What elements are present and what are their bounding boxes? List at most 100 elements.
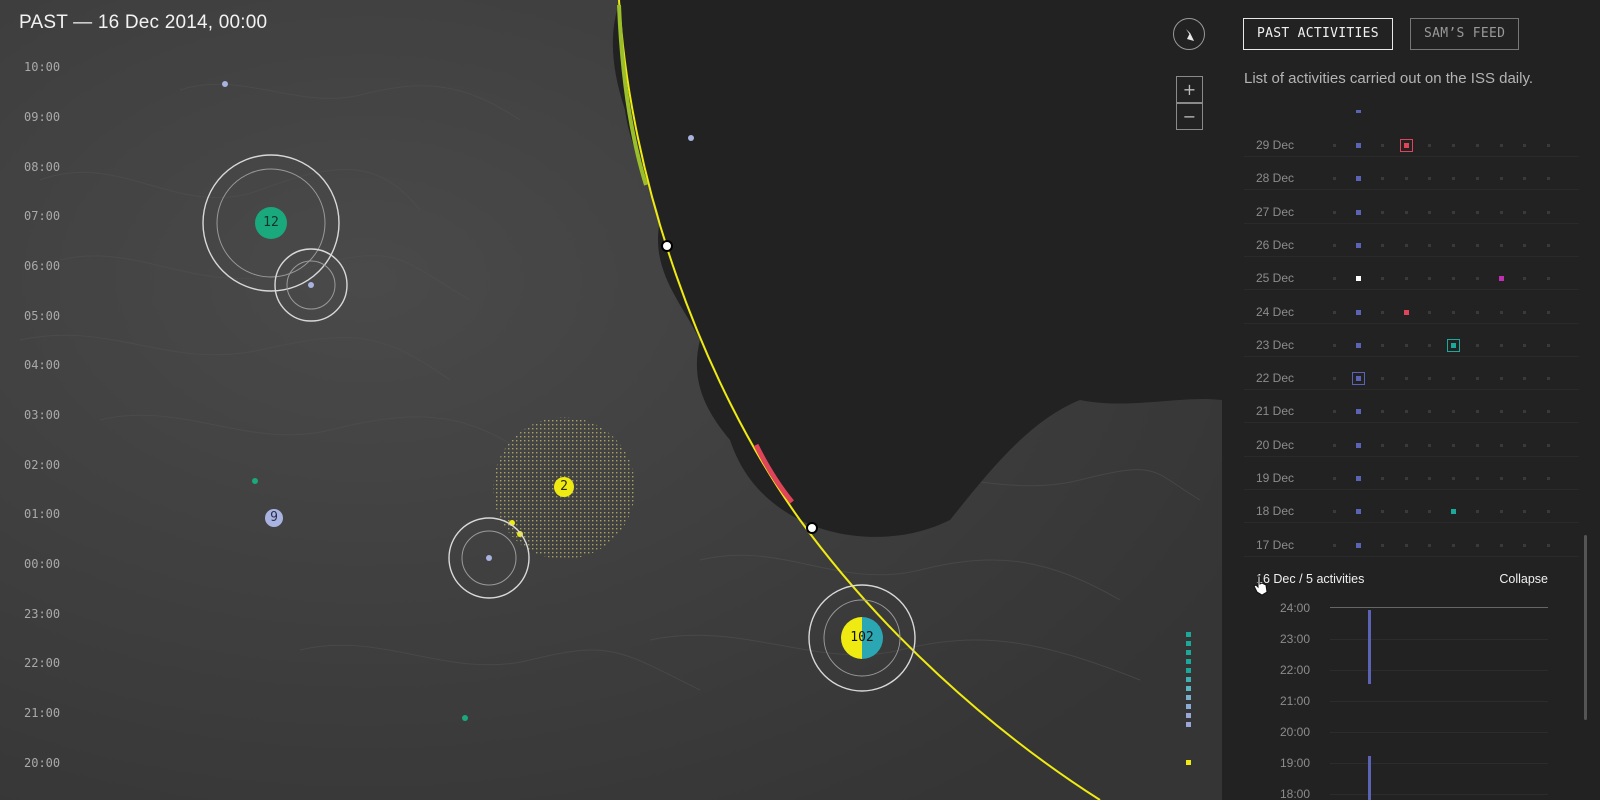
day-label[interactable]: 18 Dec: [1256, 504, 1294, 518]
hour-gridline: [1330, 794, 1548, 795]
day-label[interactable]: 20 Dec: [1256, 438, 1294, 452]
day-label[interactable]: 29 Dec: [1256, 138, 1294, 152]
hand-cursor-icon: [1253, 575, 1268, 596]
hour-label: 22:00: [1280, 663, 1311, 677]
empty-slot: [1381, 343, 1384, 347]
empty-slot: [1333, 177, 1336, 181]
zoom-in-button[interactable]: +: [1176, 76, 1203, 103]
map-canvas[interactable]: [0, 0, 1222, 800]
hour-label: 24:00: [1280, 601, 1311, 615]
empty-slot: [1500, 543, 1503, 547]
empty-slot: [1381, 377, 1384, 381]
empty-slot: [1381, 177, 1384, 181]
hour-label: 20:00: [1280, 725, 1311, 739]
activity-marker[interactable]: [1356, 110, 1361, 113]
day-row-divider: [1244, 389, 1579, 391]
cluster-2-label[interactable]: 2: [554, 479, 574, 494]
empty-slot: [1523, 543, 1526, 547]
empty-slot: [1405, 510, 1408, 514]
legend-swatch: [1186, 713, 1191, 718]
empty-slot: [1476, 277, 1479, 281]
empty-slot: [1452, 177, 1455, 181]
empty-slot: [1523, 310, 1526, 314]
empty-slot: [1523, 343, 1526, 347]
day-label[interactable]: 25 Dec: [1256, 271, 1294, 285]
activity-marker[interactable]: [1356, 176, 1361, 182]
activity-bar[interactable]: [1368, 610, 1371, 684]
activity-marker[interactable]: [1356, 342, 1361, 348]
empty-slot: [1523, 144, 1526, 147]
empty-slot: [1381, 477, 1384, 480]
collapse-button[interactable]: Collapse: [1499, 572, 1548, 586]
empty-slot: [1405, 377, 1408, 381]
activity-marker[interactable]: [1356, 143, 1361, 148]
empty-slot: [1428, 410, 1431, 414]
empty-slot: [1428, 510, 1431, 514]
empty-slot: [1500, 343, 1503, 347]
zoom-out-button[interactable]: −: [1176, 103, 1203, 130]
day-row-divider: [1244, 455, 1579, 457]
legend-swatch: [1186, 760, 1191, 765]
day-label[interactable]: 21 Dec: [1256, 404, 1294, 418]
day-row-divider: [1244, 289, 1579, 291]
cluster-12-label[interactable]: 12: [255, 215, 287, 230]
activity-marker[interactable]: [1356, 476, 1361, 481]
empty-slot: [1500, 210, 1503, 214]
activity-bar[interactable]: [1368, 756, 1371, 800]
activity-marker[interactable]: [1404, 309, 1409, 315]
day-label[interactable]: 28 Dec: [1256, 171, 1294, 185]
day-label[interactable]: 17 Dec: [1256, 538, 1294, 552]
time-tick: 21:00: [24, 706, 61, 720]
activity-marker-selected[interactable]: [1447, 338, 1460, 352]
activity-marker[interactable]: [1356, 309, 1361, 315]
empty-slot: [1500, 510, 1503, 514]
empty-slot: [1476, 243, 1479, 247]
empty-slot: [1452, 277, 1455, 281]
empty-slot: [1452, 377, 1455, 381]
activity-marker[interactable]: [1356, 276, 1361, 282]
activity-marker[interactable]: [1356, 442, 1361, 448]
empty-slot: [1476, 144, 1479, 147]
day-label[interactable]: 23 Dec: [1256, 338, 1294, 352]
activity-marker[interactable]: [1356, 242, 1361, 248]
empty-slot: [1428, 377, 1431, 381]
empty-slot: [1333, 343, 1336, 347]
empty-slot: [1500, 243, 1503, 247]
empty-slot: [1405, 477, 1408, 480]
empty-slot: [1476, 177, 1479, 181]
activity-marker[interactable]: [1356, 509, 1361, 515]
day-label[interactable]: 26 Dec: [1256, 238, 1294, 252]
empty-slot: [1547, 277, 1550, 281]
activity-marker-selected[interactable]: [1352, 372, 1365, 386]
hour-gridline: [1330, 763, 1548, 764]
tab-sams-feed[interactable]: SAM’S FEED: [1410, 18, 1520, 50]
timeline-top-line: [1330, 607, 1548, 608]
empty-slot: [1500, 177, 1503, 181]
empty-slot: [1381, 510, 1384, 514]
expanded-day-title: 16 Dec / 5 activities: [1256, 572, 1365, 586]
day-label[interactable]: 27 Dec: [1256, 205, 1294, 219]
activity-marker[interactable]: [1356, 209, 1361, 215]
activity-marker-selected[interactable]: [1400, 139, 1413, 152]
hour-gridline: [1330, 732, 1548, 733]
empty-slot: [1523, 510, 1526, 514]
activity-marker[interactable]: [1451, 509, 1456, 515]
compass-button[interactable]: [1173, 18, 1205, 50]
map-view[interactable]: PAST — 16 Dec 2014, 00:00 10:00 09:00 08…: [0, 0, 1222, 800]
day-label[interactable]: 24 Dec: [1256, 305, 1294, 319]
empty-slot: [1547, 477, 1550, 480]
activity-marker[interactable]: [1499, 276, 1504, 282]
empty-slot: [1428, 177, 1431, 181]
activity-marker[interactable]: [1356, 409, 1361, 415]
legend-swatch: [1186, 686, 1191, 691]
empty-slot: [1333, 144, 1336, 147]
cluster-9-label[interactable]: 9: [264, 510, 284, 525]
scrollbar-thumb[interactable]: [1584, 535, 1587, 720]
cluster-102-label[interactable]: 102: [842, 630, 882, 645]
tab-past-activities[interactable]: PAST ACTIVITIES: [1243, 18, 1393, 50]
activity-marker[interactable]: [1356, 542, 1361, 548]
day-label[interactable]: 22 Dec: [1256, 371, 1294, 385]
empty-slot: [1333, 277, 1336, 281]
empty-slot: [1381, 210, 1384, 214]
day-label[interactable]: 19 Dec: [1256, 471, 1294, 485]
